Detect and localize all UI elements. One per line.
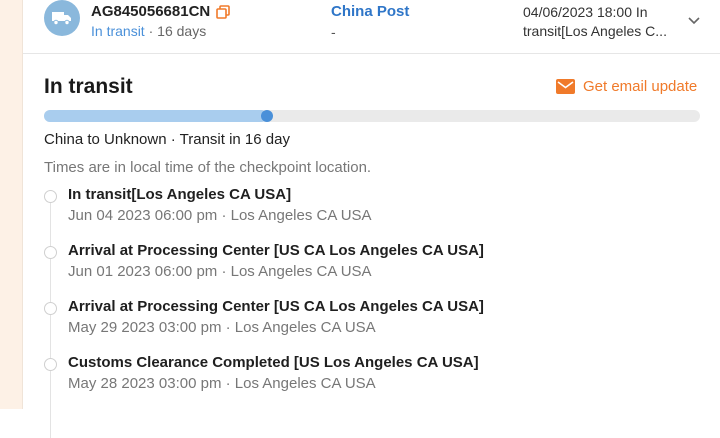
progress-fill — [44, 110, 268, 122]
copy-icon[interactable] — [216, 4, 231, 19]
chevron-down-icon[interactable] — [686, 12, 702, 28]
event-time-location: May 29 2023 03:00 pm · Los Angeles CA US… — [68, 319, 376, 336]
event-description: Arrival at Processing Center [US CA Los … — [68, 298, 484, 315]
timeline-event: Arrival at Processing Center [US CA Los … — [44, 240, 694, 290]
status-separator: · — [144, 23, 158, 39]
event-description: Customs Clearance Completed [US Los Ange… — [68, 354, 479, 371]
package-status-line: In transit · 16 days — [91, 23, 206, 39]
left-sidebar-strip — [0, 0, 23, 409]
timeline-event: Customs Clearance Completed [US Los Ange… — [44, 352, 694, 402]
tracking-number: AG845056681CN — [91, 3, 231, 20]
transit-days: 16 days — [157, 23, 207, 39]
carrier-sub-info: - — [331, 24, 336, 40]
transit-progress-bar — [44, 110, 700, 122]
latest-event-time: 04/06/2023 18:00 In — [523, 4, 648, 20]
email-update-label: Get email update — [583, 78, 698, 95]
timeline-dot — [44, 302, 57, 315]
timeline-dot — [44, 190, 57, 203]
get-email-update-button[interactable]: Get email update — [556, 78, 697, 95]
timeline-dot — [44, 358, 57, 371]
tracking-number-text: AG845056681CN — [91, 3, 211, 20]
timezone-note: Times are in local time of the checkpoin… — [44, 159, 372, 176]
mail-icon — [556, 79, 575, 94]
event-time-location: Jun 04 2023 06:00 pm · Los Angeles CA US… — [68, 207, 372, 224]
event-time-location: May 28 2023 03:00 pm · Los Angeles CA US… — [68, 375, 376, 392]
timeline-event: In transit[Los Angeles CA USA] Jun 04 20… — [44, 184, 694, 234]
truck-icon — [44, 0, 80, 36]
carrier-link[interactable]: China Post — [331, 3, 409, 20]
progress-marker — [261, 110, 274, 122]
event-time-location: Jun 01 2023 06:00 pm · Los Angeles CA US… — [68, 263, 372, 280]
timeline-event: Arrival at Processing Center [US CA Los … — [44, 296, 694, 346]
latest-event-summary: 04/06/2023 18:00 In transit[Los Angeles … — [523, 3, 683, 41]
route-summary: China to Unknown · Transit in 16 day — [44, 131, 290, 148]
detail-status-title: In transit — [44, 75, 133, 98]
event-description: In transit[Los Angeles CA USA] — [68, 186, 292, 203]
status-label: In transit — [91, 23, 145, 39]
event-description: Arrival at Processing Center [US CA Los … — [68, 242, 484, 259]
timeline-dot — [44, 246, 57, 259]
package-summary-row[interactable]: AG845056681CN In transit · 16 days China… — [23, 0, 720, 54]
latest-event-desc: transit[Los Angeles C... — [523, 23, 667, 39]
